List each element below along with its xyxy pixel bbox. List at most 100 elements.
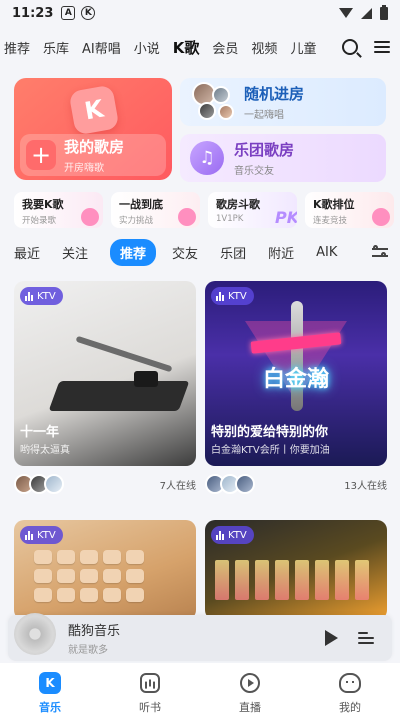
- random-room-subtitle: 一起嗨唱: [244, 110, 284, 121]
- room-avatars: [14, 474, 64, 494]
- room-title: 特别的爱给特别的你: [211, 425, 329, 440]
- avatar: [235, 474, 255, 494]
- ktv-tag-label: KTV: [37, 529, 56, 541]
- room-card[interactable]: 白金瀚 KTV 特别的爱给特别的你 白金瀚KTV会所丨你要加油: [205, 281, 387, 466]
- quick-pk-card[interactable]: 歌房斗歌 1V1PK PK: [208, 192, 297, 228]
- bottom-tab-me[interactable]: 我的: [300, 663, 400, 720]
- tab-recommend[interactable]: 推荐: [4, 38, 30, 57]
- filter-aik[interactable]: AIK: [316, 245, 337, 260]
- band-room-card[interactable]: ♫ 乐团歌房 音乐交友: [180, 134, 386, 182]
- battery-icon: [380, 4, 388, 20]
- keyboard-image: [34, 550, 144, 602]
- wifi-icon: [339, 8, 353, 18]
- menu-icon[interactable]: [374, 41, 390, 53]
- status-bar: 11:23 A K: [0, 0, 400, 26]
- filter-recent[interactable]: 最近: [14, 243, 40, 262]
- ktv-tag: KTV: [211, 526, 254, 544]
- my-room-title: 我的歌房: [64, 138, 125, 156]
- filter-band[interactable]: 乐团: [220, 243, 246, 262]
- band-room-subtitle: 音乐交友: [234, 166, 274, 177]
- random-room-card[interactable]: 随机进房 一起嗨唱: [180, 78, 386, 126]
- sound-bars-icon: [216, 530, 224, 540]
- microphone-image: [291, 301, 303, 411]
- nav-tabs: 推荐 乐库 AI帮唱 小说 K歌 会员 视频 儿童 摇: [0, 37, 330, 58]
- signal-icon: [361, 7, 372, 19]
- tab-more[interactable]: 摇: [329, 38, 330, 57]
- bottom-tab-music[interactable]: K 音乐: [0, 663, 100, 720]
- room-card[interactable]: KTV: [205, 520, 387, 620]
- bottom-tab-audiobook[interactable]: 听书: [100, 663, 200, 720]
- room-meta: 7人在线: [14, 471, 196, 497]
- random-room-title: 随机进房: [244, 85, 305, 103]
- microphone-icon: [178, 208, 196, 226]
- online-count: 7人在线: [159, 480, 196, 492]
- filter-tabs: 最近 关注 推荐 交友 乐团 附近 AIK: [14, 238, 394, 266]
- sound-bars-icon: [25, 291, 33, 301]
- room-avatars: [205, 474, 255, 494]
- tab-video[interactable]: 视频: [251, 38, 277, 57]
- my-room-subtitle: 开房嗨歌: [64, 163, 104, 174]
- bottom-tab-live[interactable]: 直播: [200, 663, 300, 720]
- tab-library[interactable]: 乐库: [43, 38, 69, 57]
- mixer-image: [215, 560, 369, 600]
- profile-icon: [339, 673, 361, 693]
- avatar: [198, 102, 216, 120]
- quick-battle-card[interactable]: 一战到底 实力挑战: [111, 192, 200, 228]
- room-subtitle: 白金瀚KTV会所丨你要加油: [211, 445, 330, 456]
- online-count: 13人在线: [344, 480, 387, 492]
- my-room-button[interactable]: + 我的歌房 开房嗨歌: [20, 134, 166, 176]
- room-card[interactable]: KTV: [14, 520, 196, 620]
- filter-social[interactable]: 交友: [172, 243, 198, 262]
- ktv-tag: KTV: [211, 287, 254, 305]
- bottom-tab-label: 直播: [239, 701, 261, 714]
- sound-bars-icon: [216, 291, 224, 301]
- ktv-tag-label: KTV: [228, 529, 247, 541]
- quick-sing-card[interactable]: 我要K歌 开始录歌: [14, 192, 103, 228]
- top-nav: 推荐 乐库 AI帮唱 小说 K歌 会员 视频 儿童 摇: [0, 30, 400, 64]
- plus-icon: +: [26, 140, 56, 170]
- avatar: [218, 104, 234, 120]
- quick-rank-card[interactable]: K歌排位 连麦竞技: [305, 192, 394, 228]
- playlist-icon[interactable]: [358, 631, 374, 645]
- player-title: 酷狗音乐: [68, 624, 121, 639]
- avatar-cluster: [192, 82, 238, 122]
- filter-nearby[interactable]: 附近: [268, 243, 294, 262]
- music-note-icon: ♫: [190, 141, 224, 175]
- album-disc-icon: [14, 613, 56, 655]
- karaoke-logo-icon: K: [68, 84, 120, 136]
- ktv-tag-label: KTV: [228, 290, 247, 302]
- tab-karaoke[interactable]: K歌: [173, 37, 200, 58]
- tab-vip[interactable]: 会员: [212, 38, 238, 57]
- bottom-tab-label: 音乐: [39, 701, 61, 714]
- music-app-icon: K: [39, 672, 61, 694]
- play-icon[interactable]: [325, 630, 338, 646]
- avatar: [44, 474, 64, 494]
- room-subtitle: 哟得太逼真: [20, 445, 70, 456]
- my-room-card[interactable]: K + 我的歌房 开房嗨歌: [14, 78, 172, 180]
- filter-following[interactable]: 关注: [62, 243, 88, 262]
- room-overlay-text: 白金瀚: [262, 367, 329, 392]
- tab-ai-sing[interactable]: AI帮唱: [82, 38, 121, 57]
- bottom-nav: K 音乐 听书 直播 我的: [0, 663, 400, 720]
- band-room-title: 乐团歌房: [234, 141, 295, 159]
- quick-actions: 我要K歌 开始录歌 一战到底 实力挑战 歌房斗歌 1V1PK PK K歌排位 连…: [14, 192, 394, 228]
- search-icon[interactable]: [342, 39, 358, 55]
- live-icon: [240, 673, 260, 693]
- filter-settings-icon[interactable]: [372, 245, 388, 258]
- ktv-tag: KTV: [20, 287, 63, 305]
- pk-badge: PK: [275, 208, 297, 227]
- filter-recommend[interactable]: 推荐: [110, 238, 157, 266]
- room-title: 十一年: [20, 425, 60, 440]
- tab-novel[interactable]: 小说: [134, 38, 160, 57]
- tab-kids[interactable]: 儿童: [290, 38, 316, 57]
- room-card[interactable]: KTV 十一年 哟得太逼真: [14, 281, 196, 466]
- player-subtitle: 就是歌多: [68, 645, 108, 656]
- avatar: [212, 86, 230, 104]
- audiobook-icon: [140, 673, 160, 693]
- ktv-tag: KTV: [20, 526, 63, 544]
- status-time: 11:23: [12, 5, 54, 21]
- mini-player[interactable]: 酷狗音乐 就是歌多: [8, 613, 392, 661]
- bottom-tab-label: 我的: [339, 701, 361, 714]
- turntable-image: [48, 335, 190, 421]
- bottom-tab-label: 听书: [139, 701, 161, 714]
